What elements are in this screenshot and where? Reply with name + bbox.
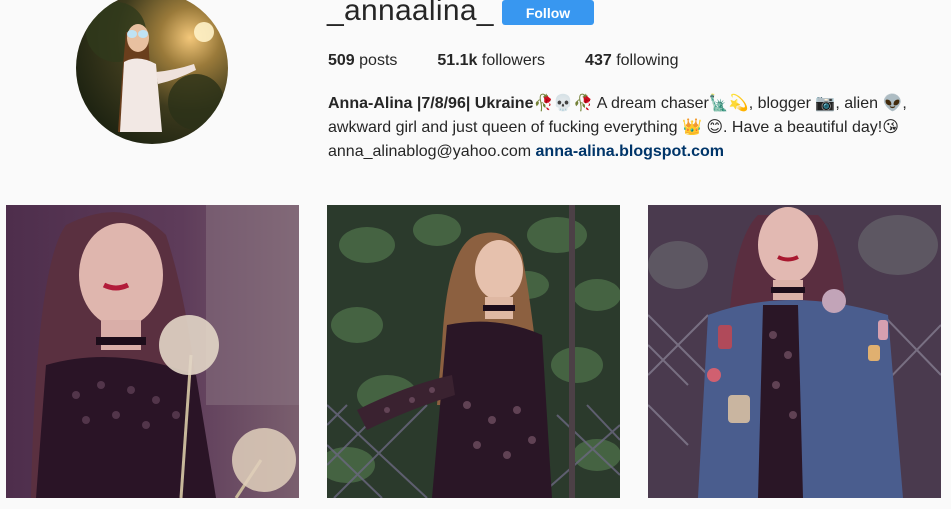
posts-stat: 509 posts: [328, 52, 397, 70]
bio-name: Anna-Alina |7/8/96| Ukraine🥀💀🥀: [328, 95, 594, 112]
post-thumbnail[interactable]: [6, 205, 299, 498]
profile-username: _annaalina_: [327, 0, 494, 27]
post-photo: [6, 205, 299, 498]
post-thumbnail[interactable]: [327, 205, 620, 498]
followers-label: followers: [481, 52, 546, 69]
follow-button[interactable]: Follow: [502, 0, 594, 25]
posts-count: 509: [328, 52, 355, 69]
profile-avatar[interactable]: [76, 0, 228, 144]
following-stat[interactable]: 437 following: [585, 52, 678, 70]
post-photo: [648, 205, 941, 498]
following-count: 437: [585, 52, 612, 69]
post-photo: [327, 205, 620, 498]
avatar-photo: [76, 0, 228, 144]
post-thumbnail[interactable]: [648, 205, 941, 498]
bio-email: anna_alinablog@yahoo.com: [328, 143, 532, 160]
followers-stat[interactable]: 51.1k followers: [437, 52, 545, 70]
following-label: following: [616, 52, 679, 69]
bio-link[interactable]: anna-alina.blogspot.com: [536, 143, 724, 160]
profile-stats: 509 posts 51.1k followers 437 following: [328, 52, 718, 70]
profile-bio: Anna-Alina |7/8/96| Ukraine🥀💀🥀 A dream c…: [328, 92, 928, 164]
posts-label: posts: [359, 52, 398, 69]
followers-count: 51.1k: [437, 52, 478, 69]
